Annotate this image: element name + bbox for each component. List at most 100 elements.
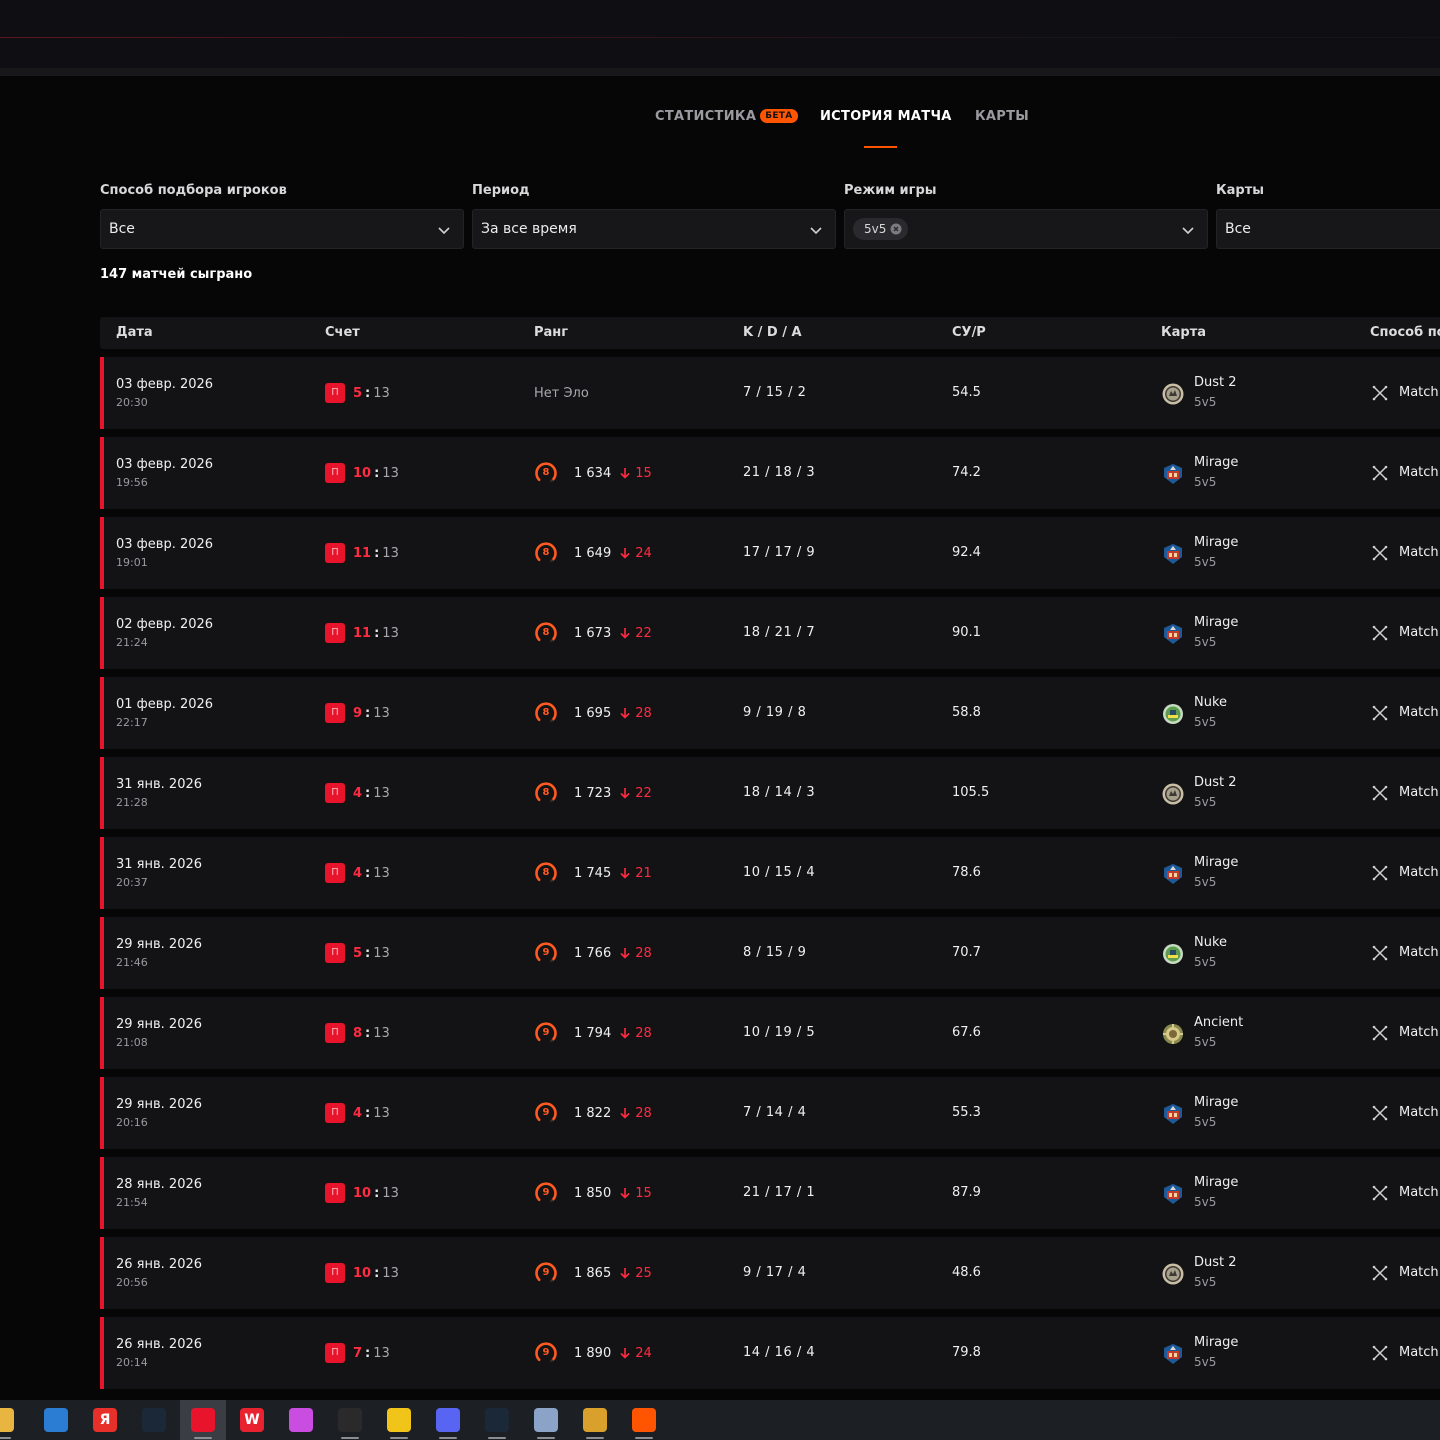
skill-level-icon: 8 xyxy=(534,861,558,885)
taskbar-running-indicator xyxy=(390,1437,408,1439)
loss-indicator-bar xyxy=(100,917,104,989)
skill-level-icon: 9 xyxy=(534,1021,558,1045)
map-name: Nuke xyxy=(1194,935,1228,950)
score-separator: : xyxy=(374,465,380,481)
match-row[interactable]: 28 янв. 2026 21:54 П 10:13 9 1 850 15 21 / 17 /… xyxy=(100,1157,1440,1229)
result-badge: П xyxy=(325,863,345,883)
match-score: П 5:13 xyxy=(325,383,390,403)
match-score: П 5:13 xyxy=(325,943,390,963)
loss-indicator-bar xyxy=(100,1157,104,1229)
match-time: 20:37 xyxy=(116,876,148,889)
col-matchmaking: Способ под xyxy=(1370,325,1440,340)
mirage-icon xyxy=(1161,1342,1185,1366)
file-explorer-icon[interactable] xyxy=(0,1408,14,1432)
match-adr: 70.7 xyxy=(952,945,981,960)
col-kda: K / D / A xyxy=(743,325,802,340)
match-row[interactable]: 29 янв. 2026 21:08 П 8:13 9 1 794 28 10 / 19 / … xyxy=(100,997,1440,1069)
taskbar-running-indicator xyxy=(439,1437,457,1439)
match-time: 21:08 xyxy=(116,1036,148,1049)
map-mode: 5v5 xyxy=(1194,795,1217,809)
col-score: Счет xyxy=(325,325,360,340)
game-mode-select[interactable]: 5v5 xyxy=(844,209,1208,249)
match-row[interactable]: 31 янв. 2026 20:37 П 4:13 8 1 745 21 10 / 15 / … xyxy=(100,837,1440,909)
match-kda: 18 / 14 / 3 xyxy=(743,785,816,800)
skill-level-number: 9 xyxy=(542,947,550,958)
skill-level-number: 9 xyxy=(542,1107,550,1118)
opponent-score: 13 xyxy=(382,1265,399,1281)
result-badge: П xyxy=(325,783,345,803)
match-date: 31 янв. 2026 xyxy=(116,857,203,872)
skill-level-number: 8 xyxy=(542,467,550,478)
match-adr: 79.8 xyxy=(952,1345,981,1360)
match-adr: 105.5 xyxy=(952,785,990,800)
elo-change: 28 xyxy=(620,1026,652,1041)
terminal-icon[interactable] xyxy=(338,1408,362,1432)
match-row[interactable]: 03 февр. 2026 20:30 П 5:13 Нет Эло 7 / 15 / 2… xyxy=(100,357,1440,429)
match-adr: 55.3 xyxy=(952,1105,981,1120)
elo-change-value: 28 xyxy=(635,705,652,721)
mirage-icon xyxy=(1161,1182,1185,1206)
own-score: 4 xyxy=(353,1105,363,1121)
matchmaking-icon xyxy=(1372,1105,1388,1121)
match-adr: 58.8 xyxy=(952,705,981,720)
arrow-down-icon xyxy=(620,467,635,479)
network-app-icon[interactable] xyxy=(534,1408,558,1432)
tab-maps[interactable]: КАРТЫ xyxy=(975,108,1029,128)
match-row[interactable]: 02 февр. 2026 21:24 П 11:13 8 1 673 22 18 / 21 … xyxy=(100,597,1440,669)
map-name: Mirage xyxy=(1194,1095,1239,1110)
skill-level-icon: 8 xyxy=(534,461,558,485)
period-select[interactable]: За все время xyxy=(472,209,836,249)
match-rank: 9 1 865 25 xyxy=(534,1261,652,1285)
skill-level-icon: 8 xyxy=(534,781,558,805)
color-picker-icon[interactable] xyxy=(289,1408,313,1432)
tab-statistics-label: СТАТИСТИКА xyxy=(655,109,757,124)
score-separator: : xyxy=(365,785,371,801)
mode-chip-label: 5v5 xyxy=(864,222,887,236)
map-mode: 5v5 xyxy=(1194,395,1217,409)
result-badge: П xyxy=(325,1183,345,1203)
map-name: Dust 2 xyxy=(1194,375,1237,390)
outlook-icon[interactable] xyxy=(44,1408,68,1432)
tab-match-history[interactable]: ИСТОРИЯ МАТЧА xyxy=(820,108,952,128)
maps-select[interactable]: Все xyxy=(1216,209,1440,249)
match-row[interactable]: 26 янв. 2026 20:14 П 7:13 9 1 890 24 14 / 16 / … xyxy=(100,1317,1440,1389)
yandex-browser-icon[interactable]: Я xyxy=(93,1408,117,1432)
elo-change: 25 xyxy=(620,1266,652,1281)
match-time: 20:30 xyxy=(116,396,148,409)
match-score: П 10:13 xyxy=(325,1263,399,1283)
filter-matchmaking-label: Способ подбора игроков xyxy=(100,183,287,198)
faceit-anticheat-icon[interactable] xyxy=(632,1408,656,1432)
counter-strike-icon[interactable] xyxy=(583,1408,607,1432)
match-row[interactable]: 03 февр. 2026 19:01 П 11:13 8 1 649 24 17 / 17 … xyxy=(100,517,1440,589)
match-score: П 11:13 xyxy=(325,623,399,643)
map-mode: 5v5 xyxy=(1194,635,1217,649)
vpn-lock-icon[interactable] xyxy=(387,1408,411,1432)
elo-change-value: 24 xyxy=(635,545,652,561)
match-kda: 18 / 21 / 7 xyxy=(743,625,816,640)
wps-office-icon[interactable]: W xyxy=(240,1408,264,1432)
elo-change-value: 28 xyxy=(635,1025,652,1041)
match-kda: 17 / 17 / 9 xyxy=(743,545,816,560)
dust2-icon xyxy=(1161,382,1185,406)
map-mode: 5v5 xyxy=(1194,1115,1217,1129)
col-adr: СУ/Р xyxy=(952,325,986,340)
own-score: 4 xyxy=(353,865,363,881)
tab-statistics[interactable]: СТАТИСТИКА БЕТА xyxy=(655,108,798,128)
match-row[interactable]: 29 янв. 2026 20:16 П 4:13 9 1 822 28 7 / 14 / 4… xyxy=(100,1077,1440,1149)
maps-select-value: Все xyxy=(1225,221,1251,237)
steam-icon[interactable] xyxy=(485,1408,509,1432)
discord-icon[interactable] xyxy=(436,1408,460,1432)
match-row[interactable]: 01 февр. 2026 22:17 П 9:13 8 1 695 28 9 / 19 / … xyxy=(100,677,1440,749)
chip-remove-icon[interactable] xyxy=(890,223,902,235)
loss-indicator-bar xyxy=(100,757,104,829)
match-row[interactable]: 29 янв. 2026 21:46 П 5:13 9 1 766 28 8 / 15 / 9… xyxy=(100,917,1440,989)
match-row[interactable]: 26 янв. 2026 20:56 П 10:13 9 1 865 25 9 / 17 / … xyxy=(100,1237,1440,1309)
opera-gx-icon[interactable] xyxy=(191,1408,215,1432)
match-row[interactable]: 31 янв. 2026 21:28 П 4:13 8 1 723 22 18 / 14 / … xyxy=(100,757,1440,829)
steam-icon[interactable] xyxy=(142,1408,166,1432)
matchmaking-select[interactable]: Все xyxy=(100,209,464,249)
match-row[interactable]: 03 февр. 2026 19:56 П 10:13 8 1 634 15 21 / 18 … xyxy=(100,437,1440,509)
elo-value: 1 634 xyxy=(574,465,612,481)
match-time: 20:16 xyxy=(116,1116,148,1129)
windows-taskbar: ЯW xyxy=(0,1400,1440,1440)
